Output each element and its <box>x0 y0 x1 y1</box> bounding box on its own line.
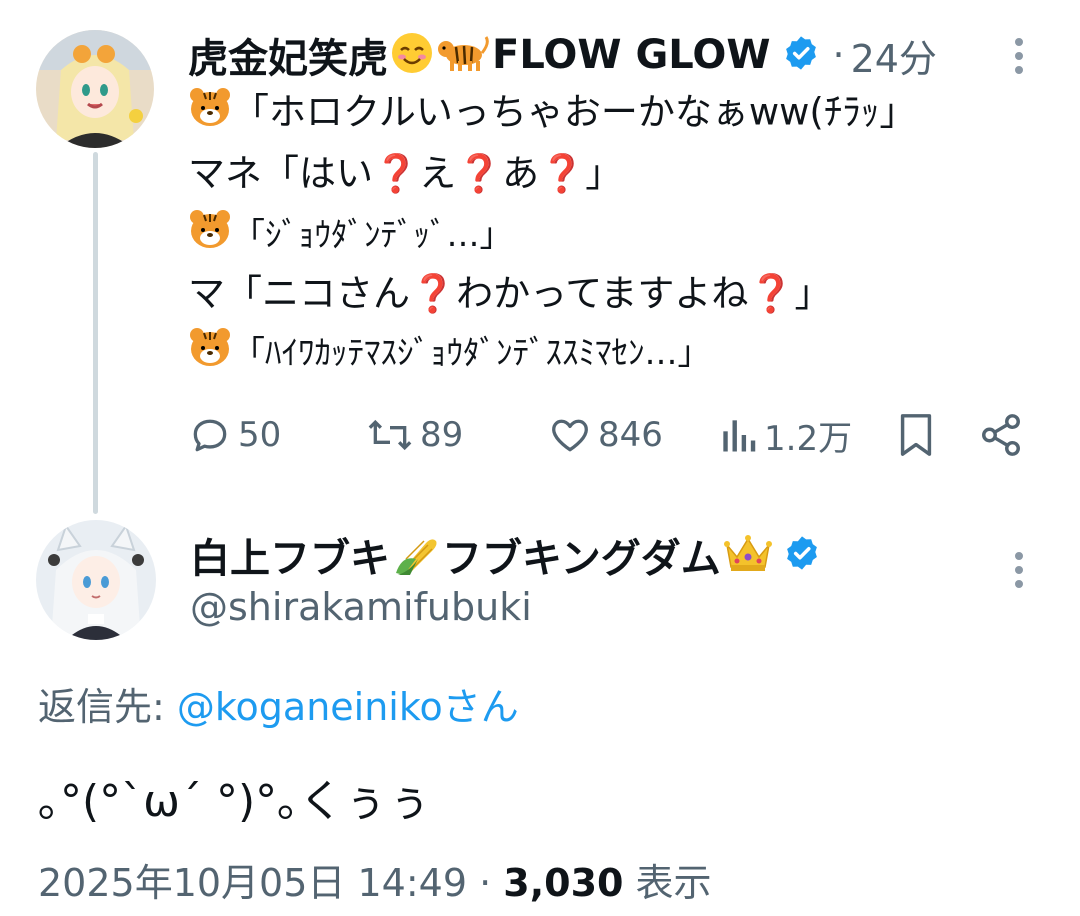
reply-to-line: 返信先: @koganeinikoさん <box>38 676 519 731</box>
like-icon <box>552 419 588 452</box>
smile-emoji <box>390 31 434 79</box>
reply-button[interactable]: 50 <box>188 410 281 460</box>
verified-badge-icon <box>782 34 820 76</box>
reply-icon <box>193 419 227 452</box>
verified-badge-icon <box>783 534 821 576</box>
author-suffix[interactable]: フブキングダム <box>442 526 721 584</box>
thread-connector-line <box>93 152 98 514</box>
share-button[interactable] <box>978 410 1030 460</box>
reply-prefix: 返信先: <box>38 685 177 729</box>
like-button[interactable]: 846 <box>548 410 663 460</box>
corn-emoji <box>392 529 440 581</box>
tweet-time[interactable]: 24分 <box>851 28 937 83</box>
like-count: 846 <box>598 415 663 455</box>
tweet-text: ｡°(°`ω´ °)°｡くぅぅ <box>38 776 432 827</box>
avatar[interactable] <box>36 520 156 640</box>
tweet-text: マ「ニコさん❓わかってますよね❓」 <box>188 272 832 315</box>
tweet-timestamp: 2025年10月05日 14:49 · 3,030 表示 <box>38 852 712 907</box>
view-count: 3,030 <box>503 861 624 905</box>
more-icon[interactable] <box>1010 550 1028 594</box>
bookmark-icon <box>900 414 932 456</box>
tweet-header: 虎金妃笑虎 FLOW GLOW · 24分 <box>188 28 937 83</box>
avatar[interactable] <box>36 30 154 148</box>
author-handle[interactable]: @shirakamifubuki <box>190 585 532 629</box>
repost-button[interactable]: 89 <box>366 410 463 460</box>
tiger-emoji <box>188 326 232 383</box>
views-icon <box>723 420 756 452</box>
view-label: 表示 <box>623 861 712 905</box>
tweet-line-5: 「ﾊｲﾜｶｯﾃﾏｽｼﾞｮｳﾀﾞﾝﾃﾞｽｽﾐﾏｾﾝ…」 <box>188 326 711 383</box>
view-count: 1.2万 <box>764 418 853 459</box>
author-name[interactable]: 白上フブキ <box>190 526 390 584</box>
views-button[interactable]: 1.2万 <box>718 410 852 460</box>
tweet-header: 白上フブキ フブキングダム <box>190 529 821 582</box>
bookmark-button[interactable] <box>896 410 942 460</box>
author-name[interactable]: 虎金妃笑虎 <box>188 26 388 84</box>
tweet-text: 「ｼﾞｮｳﾀﾞﾝﾃﾞｯﾞ…」 <box>232 215 513 254</box>
tweet-line-3: 「ｼﾞｮｳﾀﾞﾝﾃﾞｯﾞ…」 <box>188 208 513 265</box>
tweet-line-1: 「ホロクルいっちゃおーかなぁww(ﾁﾗｯ」 <box>188 86 916 142</box>
more-icon[interactable] <box>1010 36 1028 80</box>
reply-count: 50 <box>238 415 282 455</box>
repost-icon <box>368 419 412 451</box>
tiger-emoji <box>436 31 490 79</box>
reply-target-link[interactable]: @koganeinikoさん <box>177 685 519 729</box>
tweet-text: 「ホロクルいっちゃおーかなぁww(ﾁﾗｯ」 <box>232 90 917 134</box>
tweet-line-4: マ「ニコさん❓わかってますよね❓」 <box>188 268 831 320</box>
crown-emoji <box>723 531 773 579</box>
dot-separator: · <box>832 33 845 77</box>
tweet-text: 「ﾊｲﾜｶｯﾃﾏｽｼﾞｮｳﾀﾞﾝﾃﾞｽｽﾐﾏｾﾝ…」 <box>232 333 711 372</box>
tiger-emoji <box>188 86 232 142</box>
author-suffix[interactable]: FLOW GLOW <box>492 32 770 78</box>
tiger-emoji <box>188 208 232 265</box>
tweet-date[interactable]: 2025年10月05日 14:49 · <box>38 861 503 905</box>
tweet-line-2: マネ「はい❓え❓あ❓」 <box>188 148 622 200</box>
repost-count: 89 <box>420 415 464 455</box>
tweet-text: マネ「はい❓え❓あ❓」 <box>188 152 623 195</box>
share-icon <box>982 414 1020 456</box>
